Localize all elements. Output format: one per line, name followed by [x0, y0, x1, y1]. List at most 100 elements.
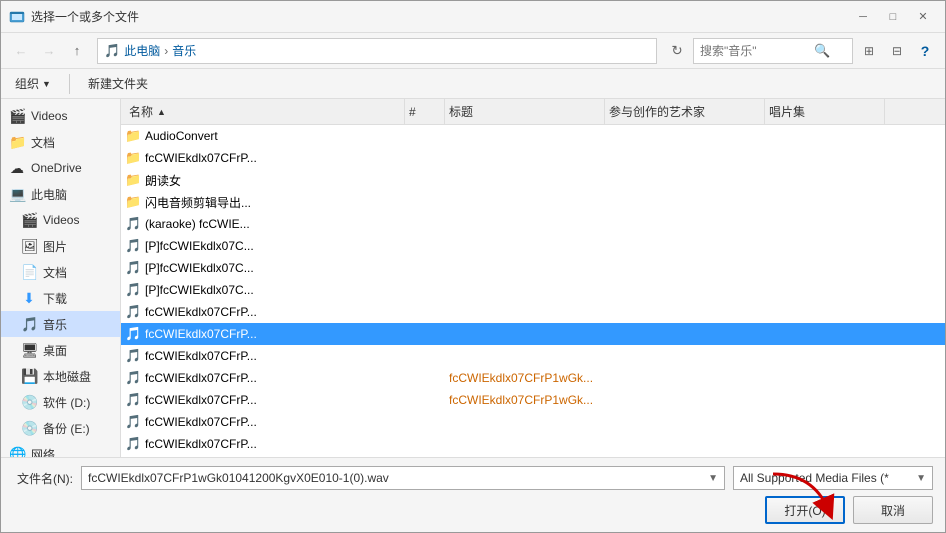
search-icon[interactable]: 🔍	[814, 43, 830, 59]
music-file-icon: 🎵	[125, 370, 141, 386]
file-title: fcCWIEkdlx07CFrP1wGk...	[449, 371, 609, 385]
col-artist-label: 参与创作的艺术家	[609, 103, 705, 120]
table-row[interactable]: 🎵 fcCWIEkdlx07CFrP...	[121, 411, 945, 433]
file-list-area: 名称 ▲ # 标题 参与创作的艺术家 唱片集 📁 Au	[121, 99, 945, 457]
table-row[interactable]: 🎵 fcCWIEkdlx07CFrP...	[121, 433, 945, 455]
table-row[interactable]: 🎵 fcCWIEkdlx07CFrP...	[121, 301, 945, 323]
sidebar-item-documents[interactable]: 📁 文档	[1, 129, 120, 155]
videos-top-icon: 🎬	[9, 108, 25, 125]
address-path: 此电脑 › 音乐	[124, 42, 196, 59]
file-list[interactable]: 📁 AudioConvert 📁 fcCWIEkdlx07CFrP... 📁 朗…	[121, 125, 945, 457]
sidebar-item-pictures[interactable]: 🖼 图片	[1, 233, 120, 259]
sidebar-item-label: 软件 (D:)	[43, 394, 90, 411]
documents2-icon: 📄	[21, 264, 37, 281]
cancel-button[interactable]: 取消	[853, 496, 933, 524]
sidebar-item-label: Videos	[43, 213, 79, 227]
sidebar-item-label: 桌面	[43, 342, 67, 359]
file-name: 闪电音频剪辑导出...	[145, 194, 409, 211]
sidebar-item-software[interactable]: 💿 软件 (D:)	[1, 389, 120, 415]
search-box: 🔍	[693, 38, 853, 64]
open-button[interactable]: 打开(O)	[765, 496, 845, 524]
address-part-pc[interactable]: 此电脑	[124, 42, 160, 59]
pictures-icon: 🖼	[21, 238, 37, 255]
table-row[interactable]: 🎵 [P]fcCWIEkdlx07C...	[121, 257, 945, 279]
sidebar-item-label: 此电脑	[31, 186, 67, 203]
desktop-icon: 🖥	[21, 342, 37, 359]
organize-dropdown-icon: ▼	[42, 79, 51, 89]
sidebar-item-label: Videos	[31, 109, 67, 123]
sidebar-item-label: 图片	[43, 238, 67, 255]
music-file-icon: 🎵	[125, 436, 141, 452]
sidebar-item-videos[interactable]: 🎬 Videos	[1, 207, 120, 233]
col-header-name[interactable]: 名称 ▲	[125, 99, 405, 124]
table-row[interactable]: 🎵 fcCWIEkdlx07CFrP... fcCWIEkdlx07CFrP1w…	[121, 389, 945, 411]
view-toggle-button[interactable]: ⊞	[857, 39, 881, 63]
main-area: 🎬 Videos 📁 文档 ☁ OneDrive 💻 此电脑 🎬 Videos …	[1, 99, 945, 457]
forward-button[interactable]: →	[37, 39, 61, 63]
filename-dropdown-icon[interactable]: ▼	[708, 473, 718, 484]
new-folder-label: 新建文件夹	[88, 75, 148, 92]
sidebar-item-backup[interactable]: 💿 备份 (E:)	[1, 415, 120, 441]
table-row[interactable]: 🎵 [P]fcCWIEkdlx07C...	[121, 235, 945, 257]
sidebar-item-desktop[interactable]: 🖥 桌面	[1, 337, 120, 363]
music-icon: 🎵	[21, 316, 37, 333]
file-name: AudioConvert	[145, 129, 409, 143]
file-name: fcCWIEkdlx07CFrP...	[145, 371, 409, 385]
filename-row: 文件名(N): ▼ All Supported Media Files (* ▼	[13, 466, 933, 490]
table-row[interactable]: 📁 fcCWIEkdlx07CFrP...	[121, 147, 945, 169]
help-button[interactable]: ?	[913, 39, 937, 63]
file-name: [P]fcCWIEkdlx07C...	[145, 239, 409, 253]
col-header-num[interactable]: #	[405, 99, 445, 124]
col-header-artist[interactable]: 参与创作的艺术家	[605, 99, 765, 124]
sidebar-item-local-disk[interactable]: 💾 本地磁盘	[1, 363, 120, 389]
sidebar-item-downloads[interactable]: ⬇ 下载	[1, 285, 120, 311]
sidebar-item-videos-top[interactable]: 🎬 Videos	[1, 103, 120, 129]
network-icon: 🌐	[9, 446, 25, 458]
address-part-music[interactable]: 音乐	[172, 42, 196, 59]
table-row[interactable]: 📁 闪电音频剪辑导出...	[121, 191, 945, 213]
up-button[interactable]: ↑	[65, 39, 89, 63]
file-name: fcCWIEkdlx07CFrP...	[145, 415, 409, 429]
open-button-label: 打开(O)	[784, 502, 825, 519]
col-header-title[interactable]: 标题	[445, 99, 605, 124]
software-icon: 💿	[21, 394, 37, 411]
maximize-button[interactable]: □	[879, 7, 907, 27]
buttons-row: 打开(O) 取消	[13, 496, 933, 524]
organize-button[interactable]: 组织 ▼	[9, 73, 57, 95]
new-folder-button[interactable]: 新建文件夹	[82, 73, 154, 95]
dialog-window: 选择一个或多个文件 ─ □ ✕ ← → ↑ 🎵 此电脑 › 音乐 ↻ 🔍 ⊞ ⊟…	[0, 0, 946, 533]
bottom-area: 文件名(N): ▼ All Supported Media Files (* ▼	[1, 457, 945, 532]
table-row[interactable]: 📁 AudioConvert	[121, 125, 945, 147]
music-file-icon: 🎵	[125, 282, 141, 298]
col-header-album[interactable]: 唱片集	[765, 99, 885, 124]
backup-icon: 💿	[21, 420, 37, 437]
sidebar-item-network[interactable]: 🌐 网络	[1, 441, 120, 457]
search-input[interactable]	[700, 44, 810, 58]
table-row[interactable]: 📁 朗读女	[121, 169, 945, 191]
sidebar-item-onedrive[interactable]: ☁ OneDrive	[1, 155, 120, 181]
minimize-button[interactable]: ─	[849, 7, 877, 27]
sidebar-item-music[interactable]: 🎵 音乐	[1, 311, 120, 337]
music-file-icon: 🎵	[125, 304, 141, 320]
table-row[interactable]: 🎵 (karaoke) fcCWIE...	[121, 213, 945, 235]
filename-input[interactable]	[88, 471, 708, 485]
col-album-label: 唱片集	[769, 103, 805, 120]
table-row[interactable]: 🎵 [P]fcCWIEkdlx07C...	[121, 279, 945, 301]
table-row[interactable]: 🎵 fcCWIEkdlx07CFrP... fcCWIEkdlx07CFrP1w…	[121, 367, 945, 389]
videos-icon: 🎬	[21, 212, 37, 229]
sidebar-item-label: OneDrive	[31, 161, 82, 175]
table-row[interactable]: 🎵 fcCWIEkdlx07CFrP...	[121, 323, 945, 345]
file-name: fcCWIEkdlx07CFrP...	[145, 437, 409, 451]
pane-button[interactable]: ⊟	[885, 39, 909, 63]
sidebar-item-label: 文档	[31, 134, 55, 151]
back-button[interactable]: ←	[9, 39, 33, 63]
sidebar-item-label: 网络	[31, 446, 55, 458]
close-button[interactable]: ✕	[909, 7, 937, 27]
music-file-icon: 🎵	[125, 348, 141, 364]
sidebar-item-documents2[interactable]: 📄 文档	[1, 259, 120, 285]
sidebar-item-this-pc[interactable]: 💻 此电脑	[1, 181, 120, 207]
filetype-dropdown-icon[interactable]: ▼	[916, 473, 926, 484]
table-row[interactable]: 🎵 fcCWIEkdlx07CFrP...	[121, 345, 945, 367]
refresh-button[interactable]: ↻	[665, 38, 689, 64]
nav-toolbar: ← → ↑ 🎵 此电脑 › 音乐 ↻ 🔍 ⊞ ⊟ ?	[1, 33, 945, 69]
